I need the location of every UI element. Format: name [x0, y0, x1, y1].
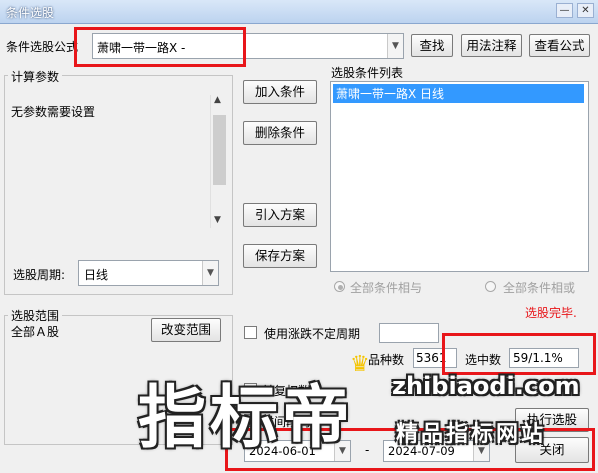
params-title: 计算参数 — [8, 68, 63, 85]
conditions-list[interactable]: 萧啸一带一路X 日线 — [330, 81, 589, 272]
date-separator: - — [365, 443, 370, 457]
status-message: 选股完毕. — [525, 306, 577, 320]
chevron-down-icon[interactable]: ▼ — [202, 261, 218, 285]
conditions-title: 选股条件列表 — [331, 66, 404, 80]
crown-icon: ♛ — [350, 352, 370, 377]
or-label: 全部条件相或 — [503, 281, 576, 295]
list-item[interactable]: 萧啸一带一路X 日线 — [333, 84, 584, 103]
params-scrollbar[interactable]: ▲ ▼ — [210, 95, 227, 228]
chevron-down-icon[interactable]: ▼ — [387, 34, 403, 58]
period-select[interactable]: 日线 ▼ — [78, 260, 219, 286]
window-title: 条件选股 — [6, 6, 55, 20]
scroll-up-icon[interactable]: ▲ — [214, 95, 221, 105]
watermark-big: 指标帝 — [138, 379, 355, 458]
find-button[interactable]: 查找 — [411, 34, 453, 57]
or-radio[interactable] — [485, 281, 496, 292]
period-value: 日线 — [84, 268, 109, 282]
params-message: 无参数需要设置 — [11, 105, 96, 119]
formula-value: 萧啸一带一路X - — [97, 41, 186, 55]
range-title: 选股范围 — [8, 307, 63, 324]
add-condition-button[interactable]: 加入条件 — [243, 80, 317, 104]
scroll-down-icon[interactable]: ▼ — [214, 215, 221, 225]
save-plan-button[interactable]: 保存方案 — [243, 244, 317, 268]
formula-label: 条件选股公式 — [6, 40, 79, 54]
and-radio[interactable] — [334, 281, 345, 292]
watermark-sub: 精品指标网站 — [396, 422, 547, 447]
minimize-button[interactable]: — — [556, 3, 573, 18]
change-range-button[interactable]: 改变范围 — [151, 318, 221, 342]
total-label: 品种数 — [368, 353, 405, 367]
selected-field: 59/1.1% — [509, 348, 579, 368]
period-label: 选股周期: — [13, 268, 66, 282]
usage-notes-button[interactable]: 用法注释 — [461, 34, 522, 57]
formula-select[interactable]: 萧啸一带一路X - ▼ — [92, 33, 404, 59]
watermark-url: zhibiaodi.com — [392, 372, 580, 400]
selected-label: 选中数 — [465, 353, 502, 367]
and-label: 全部条件相与 — [350, 281, 423, 295]
total-value: 5361 — [416, 351, 447, 365]
import-plan-button[interactable]: 引入方案 — [243, 203, 317, 227]
uncertain-period-checkbox[interactable] — [244, 326, 257, 339]
period-input[interactable] — [379, 323, 439, 343]
scroll-thumb[interactable] — [213, 115, 226, 185]
delete-condition-button[interactable]: 删除条件 — [243, 121, 317, 145]
selected-value: 59/1.1% — [513, 351, 563, 365]
total-field: 5361 — [413, 348, 457, 368]
title-bar: 条件选股 — ✕ — [0, 0, 598, 24]
close-window-button[interactable]: ✕ — [577, 3, 594, 18]
view-formula-button[interactable]: 查看公式 — [529, 34, 590, 57]
uncertain-period-label: 使用涨跌不定周期 — [264, 327, 361, 341]
range-value: 全部Ａ股 — [11, 325, 60, 339]
